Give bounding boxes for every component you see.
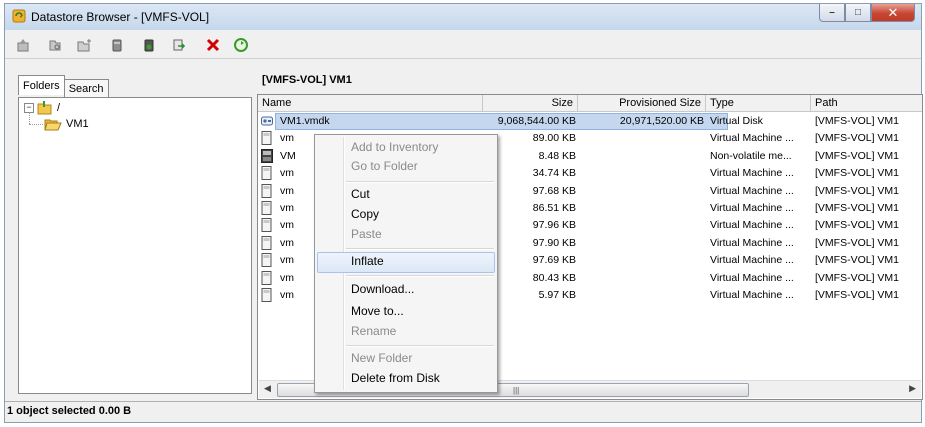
- folder-up-icon[interactable]: [13, 35, 33, 55]
- cell-type: Virtual Machine ...: [710, 289, 794, 301]
- cell-path: [VMFS-VOL] VM1: [815, 271, 900, 284]
- close-button[interactable]: ✕: [871, 4, 915, 22]
- context-menu: Add to Inventory Go to Folder Cut Copy Paste…: [314, 134, 498, 393]
- cell-type: Virtual Machine ...: [710, 132, 794, 145]
- tree-node-vm1[interactable]: VM1: [44, 117, 89, 131]
- cell-path: [VMFS-VOL] VM1: [815, 184, 900, 197]
- menu-item-download[interactable]: Download...: [317, 280, 495, 301]
- menu-item-cut[interactable]: Cut: [317, 185, 495, 206]
- refresh-icon[interactable]: [231, 35, 251, 55]
- cell-path: [VMFS-VOL] VM1: [815, 115, 900, 127]
- tree-vm1-label: VM1: [66, 118, 89, 130]
- column-header-type[interactable]: Type: [706, 95, 811, 112]
- tab-folders[interactable]: Folders: [18, 75, 65, 95]
- menu-item-inflate[interactable]: Inflate: [317, 252, 495, 273]
- cell-path: [VMFS-VOL] VM1: [815, 254, 900, 267]
- minimize-button[interactable]: –: [819, 4, 845, 22]
- cell-type: Virtual Machine ...: [710, 236, 794, 249]
- maximize-button[interactable]: □: [845, 4, 871, 22]
- folder-icon: [37, 101, 52, 115]
- cell-name: VM1.vmdk: [280, 115, 330, 127]
- menu-separator: [346, 248, 494, 250]
- menu-item-copy[interactable]: Copy: [317, 205, 495, 226]
- folders-pane: Folders Search − / VM1: [5, 58, 254, 401]
- column-header-path[interactable]: Path: [811, 95, 922, 112]
- menu-item-move-to[interactable]: Move to...: [317, 302, 495, 323]
- nvram-icon: [261, 148, 273, 163]
- delete-icon[interactable]: [203, 35, 223, 55]
- file-icon: [261, 270, 272, 285]
- file-icon: [261, 166, 272, 181]
- tree-line: [29, 112, 31, 124]
- open-folder-icon: [44, 119, 62, 131]
- cell-type: Virtual Machine ...: [710, 219, 794, 232]
- file-icon: [261, 235, 272, 250]
- column-header-provisioned-size[interactable]: Provisioned Size: [578, 95, 706, 112]
- tree-root-label: /: [57, 102, 61, 114]
- tree-line: [29, 124, 43, 126]
- toolbar: [5, 31, 921, 59]
- move-icon[interactable]: [169, 35, 189, 55]
- file-icon: [261, 201, 272, 215]
- menu-item-add-to-inventory[interactable]: Add to Inventory: [317, 138, 495, 159]
- scroll-left-icon[interactable]: ◀: [264, 383, 271, 394]
- cell-type: Virtual Machine ...: [710, 202, 794, 214]
- menu-item-new-folder[interactable]: New Folder: [317, 349, 495, 370]
- cell-type: Virtual Disk: [710, 115, 763, 127]
- window-title: Datastore Browser - [VMFS-VOL]: [31, 10, 210, 24]
- left-tabs: Folders Search: [18, 75, 109, 97]
- cell-path: [VMFS-VOL] VM1: [815, 236, 900, 249]
- tab-search[interactable]: Search: [63, 79, 109, 97]
- menu-item-paste[interactable]: Paste: [317, 225, 495, 246]
- cell-path: [VMFS-VOL] VM1: [815, 219, 900, 232]
- cell-type: Virtual Machine ...: [710, 167, 794, 180]
- cell-path: [VMFS-VOL] VM1: [815, 132, 900, 145]
- cell-type: Virtual Machine ...: [710, 254, 794, 267]
- column-header-name[interactable]: Name: [258, 95, 483, 112]
- cell-type: Virtual Machine ...: [710, 271, 794, 284]
- file-icon: [261, 218, 272, 233]
- cell-type: Non-volatile me...: [710, 149, 792, 162]
- title-bar: Datastore Browser - [VMFS-VOL] – □ ✕: [5, 4, 921, 30]
- cell-path: [VMFS-VOL] VM1: [815, 202, 900, 214]
- cell-size: 9,068,544.00 KB: [497, 115, 576, 127]
- file-icon: [261, 288, 272, 302]
- upload-icon[interactable]: [107, 35, 127, 55]
- app-icon: [12, 9, 26, 23]
- scroll-right-icon[interactable]: ▶: [909, 383, 916, 394]
- cell-provisioned-size: 20,971,520.00 KB: [619, 115, 704, 127]
- menu-item-go-to-folder[interactable]: Go to Folder: [317, 157, 495, 178]
- cell-path: [VMFS-VOL] VM1: [815, 289, 900, 301]
- column-header-size[interactable]: Size: [483, 95, 578, 112]
- cell-type: Virtual Machine ...: [710, 184, 794, 197]
- current-path-header: [VMFS-VOL] VM1: [262, 74, 352, 86]
- menu-separator: [346, 275, 494, 277]
- new-folder-icon[interactable]: [75, 35, 95, 55]
- file-icon: [261, 183, 272, 198]
- file-icon: [261, 253, 272, 268]
- folder-tree: − / VM1: [18, 97, 252, 394]
- table-row[interactable]: VM1.vmdk 9,068,544.00 KB 20,971,520.00 KB V…: [258, 113, 922, 130]
- browse-icon[interactable]: [45, 35, 65, 55]
- cell-path: [VMFS-VOL] VM1: [815, 149, 900, 162]
- virtual-disk-icon: [261, 116, 273, 126]
- status-text: 1 object selected 0.00 B: [7, 405, 132, 417]
- cell-path: [VMFS-VOL] VM1: [815, 167, 900, 180]
- file-icon: [261, 131, 272, 146]
- menu-separator: [346, 181, 494, 183]
- menu-item-rename[interactable]: Rename: [317, 322, 495, 343]
- menu-item-delete-from-disk[interactable]: Delete from Disk: [317, 369, 495, 390]
- menu-separator: [346, 345, 494, 347]
- download-icon[interactable]: [139, 35, 159, 55]
- status-bar: 1 object selected 0.00 B: [5, 401, 921, 422]
